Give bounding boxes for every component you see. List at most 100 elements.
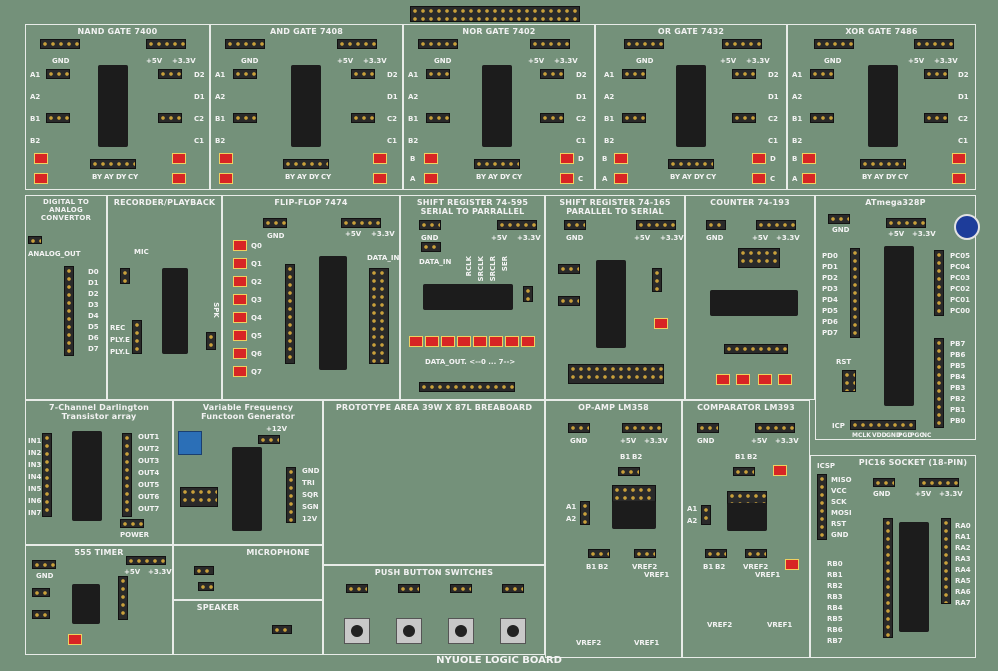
push-button-2[interactable] [396,618,422,644]
vfg-out-header[interactable] [286,467,296,523]
j-header[interactable] [523,286,533,302]
header-d[interactable] [351,69,375,79]
gnd-header[interactable] [568,423,590,433]
mic-header[interactable] [120,268,130,284]
rec-header[interactable] [132,320,142,354]
b-bottom-header[interactable] [705,549,727,558]
counter-ctrl-header[interactable] [738,248,780,268]
header-c[interactable] [158,113,182,123]
ra-header[interactable] [941,518,951,604]
power-header[interactable] [497,220,537,230]
output-header[interactable] [90,159,136,169]
push-button-3[interactable] [448,618,474,644]
pb-header-4[interactable] [502,584,524,593]
header-c[interactable] [732,113,756,123]
header-d[interactable] [540,69,564,79]
header-top-right[interactable] [337,39,377,49]
gnd-header[interactable] [32,560,56,569]
p12-header[interactable] [258,435,280,444]
header-b[interactable] [810,113,834,123]
spk-header[interactable] [206,332,216,350]
gnd-header[interactable] [873,478,895,487]
icp-header[interactable] [850,420,916,430]
power-header[interactable] [919,478,959,487]
analog-out-header[interactable] [28,236,42,244]
header-c[interactable] [924,113,948,123]
timer-header-1[interactable] [32,588,50,597]
gnd-header[interactable] [697,423,719,433]
header-top-right[interactable] [146,39,186,49]
speaker-header[interactable] [272,625,292,634]
ctrl-header-1[interactable] [558,264,580,274]
pb-header-1[interactable] [346,584,368,593]
ctrl-header-3[interactable] [652,268,662,292]
power-header[interactable] [341,218,381,228]
ctrl-header-2[interactable] [558,296,580,306]
b-top-header[interactable] [733,467,755,476]
icsp-header[interactable] [817,474,827,540]
header-a[interactable] [622,69,646,79]
header-top-left[interactable] [814,39,854,49]
mic-header[interactable] [194,566,214,575]
range-header[interactable] [180,487,218,507]
vref-header[interactable] [634,549,656,558]
vref-header[interactable] [745,549,767,558]
header-a[interactable] [810,69,834,79]
header-b[interactable] [46,113,70,123]
power-header[interactable] [756,220,796,230]
header-top-left[interactable] [225,39,265,49]
b-top-header[interactable] [618,467,640,476]
rb-header[interactable] [883,518,893,638]
header-a[interactable] [46,69,70,79]
header-a[interactable] [426,69,450,79]
header-a[interactable] [233,69,257,79]
parallel-in-header[interactable] [568,364,664,384]
q-header[interactable] [285,264,295,364]
power-header[interactable] [886,218,926,228]
pb-header[interactable] [934,338,944,428]
timer-header-3[interactable] [118,576,128,620]
pb-header-3[interactable] [450,584,472,593]
a-header[interactable] [580,501,590,525]
header-top-right[interactable] [530,39,570,49]
header-top-right[interactable] [914,39,954,49]
a-header[interactable] [701,505,711,525]
header-top-left[interactable] [624,39,664,49]
header-b[interactable] [233,113,257,123]
output-header[interactable] [474,159,520,169]
pd-header[interactable] [850,248,860,338]
power-header[interactable] [622,423,662,433]
header-b[interactable] [622,113,646,123]
timer-header-2[interactable] [32,610,50,619]
rst-header[interactable] [842,370,856,392]
data-in-header[interactable] [369,268,389,364]
power-header[interactable] [120,519,144,528]
push-button-4[interactable] [500,618,526,644]
pb-header-2[interactable] [398,584,420,593]
header-top-left[interactable] [418,39,458,49]
counter-out-header[interactable] [724,344,788,354]
output-header[interactable] [668,159,714,169]
header-top-left[interactable] [40,39,80,49]
pc-header[interactable] [934,250,944,316]
gnd-header[interactable] [706,220,726,230]
darl-out-header[interactable] [122,433,132,517]
b-bottom-header[interactable] [588,549,610,558]
power-header[interactable] [126,556,166,565]
header-d[interactable] [924,69,948,79]
dac-pin-header[interactable] [64,266,74,356]
data-out-header[interactable] [419,382,515,392]
gnd-header[interactable] [828,214,850,224]
header-d[interactable] [158,69,182,79]
data-in-header[interactable] [421,242,441,252]
gnd-header[interactable] [564,220,586,230]
header-top-right[interactable] [722,39,762,49]
header-b[interactable] [426,113,450,123]
frequency-potentiometer[interactable] [178,431,202,455]
gnd-header[interactable] [263,218,287,228]
header-c[interactable] [351,113,375,123]
top-gpio-header[interactable] [410,6,580,22]
push-button-1[interactable] [344,618,370,644]
power-header[interactable] [755,423,795,433]
darl-in-header[interactable] [42,433,52,517]
